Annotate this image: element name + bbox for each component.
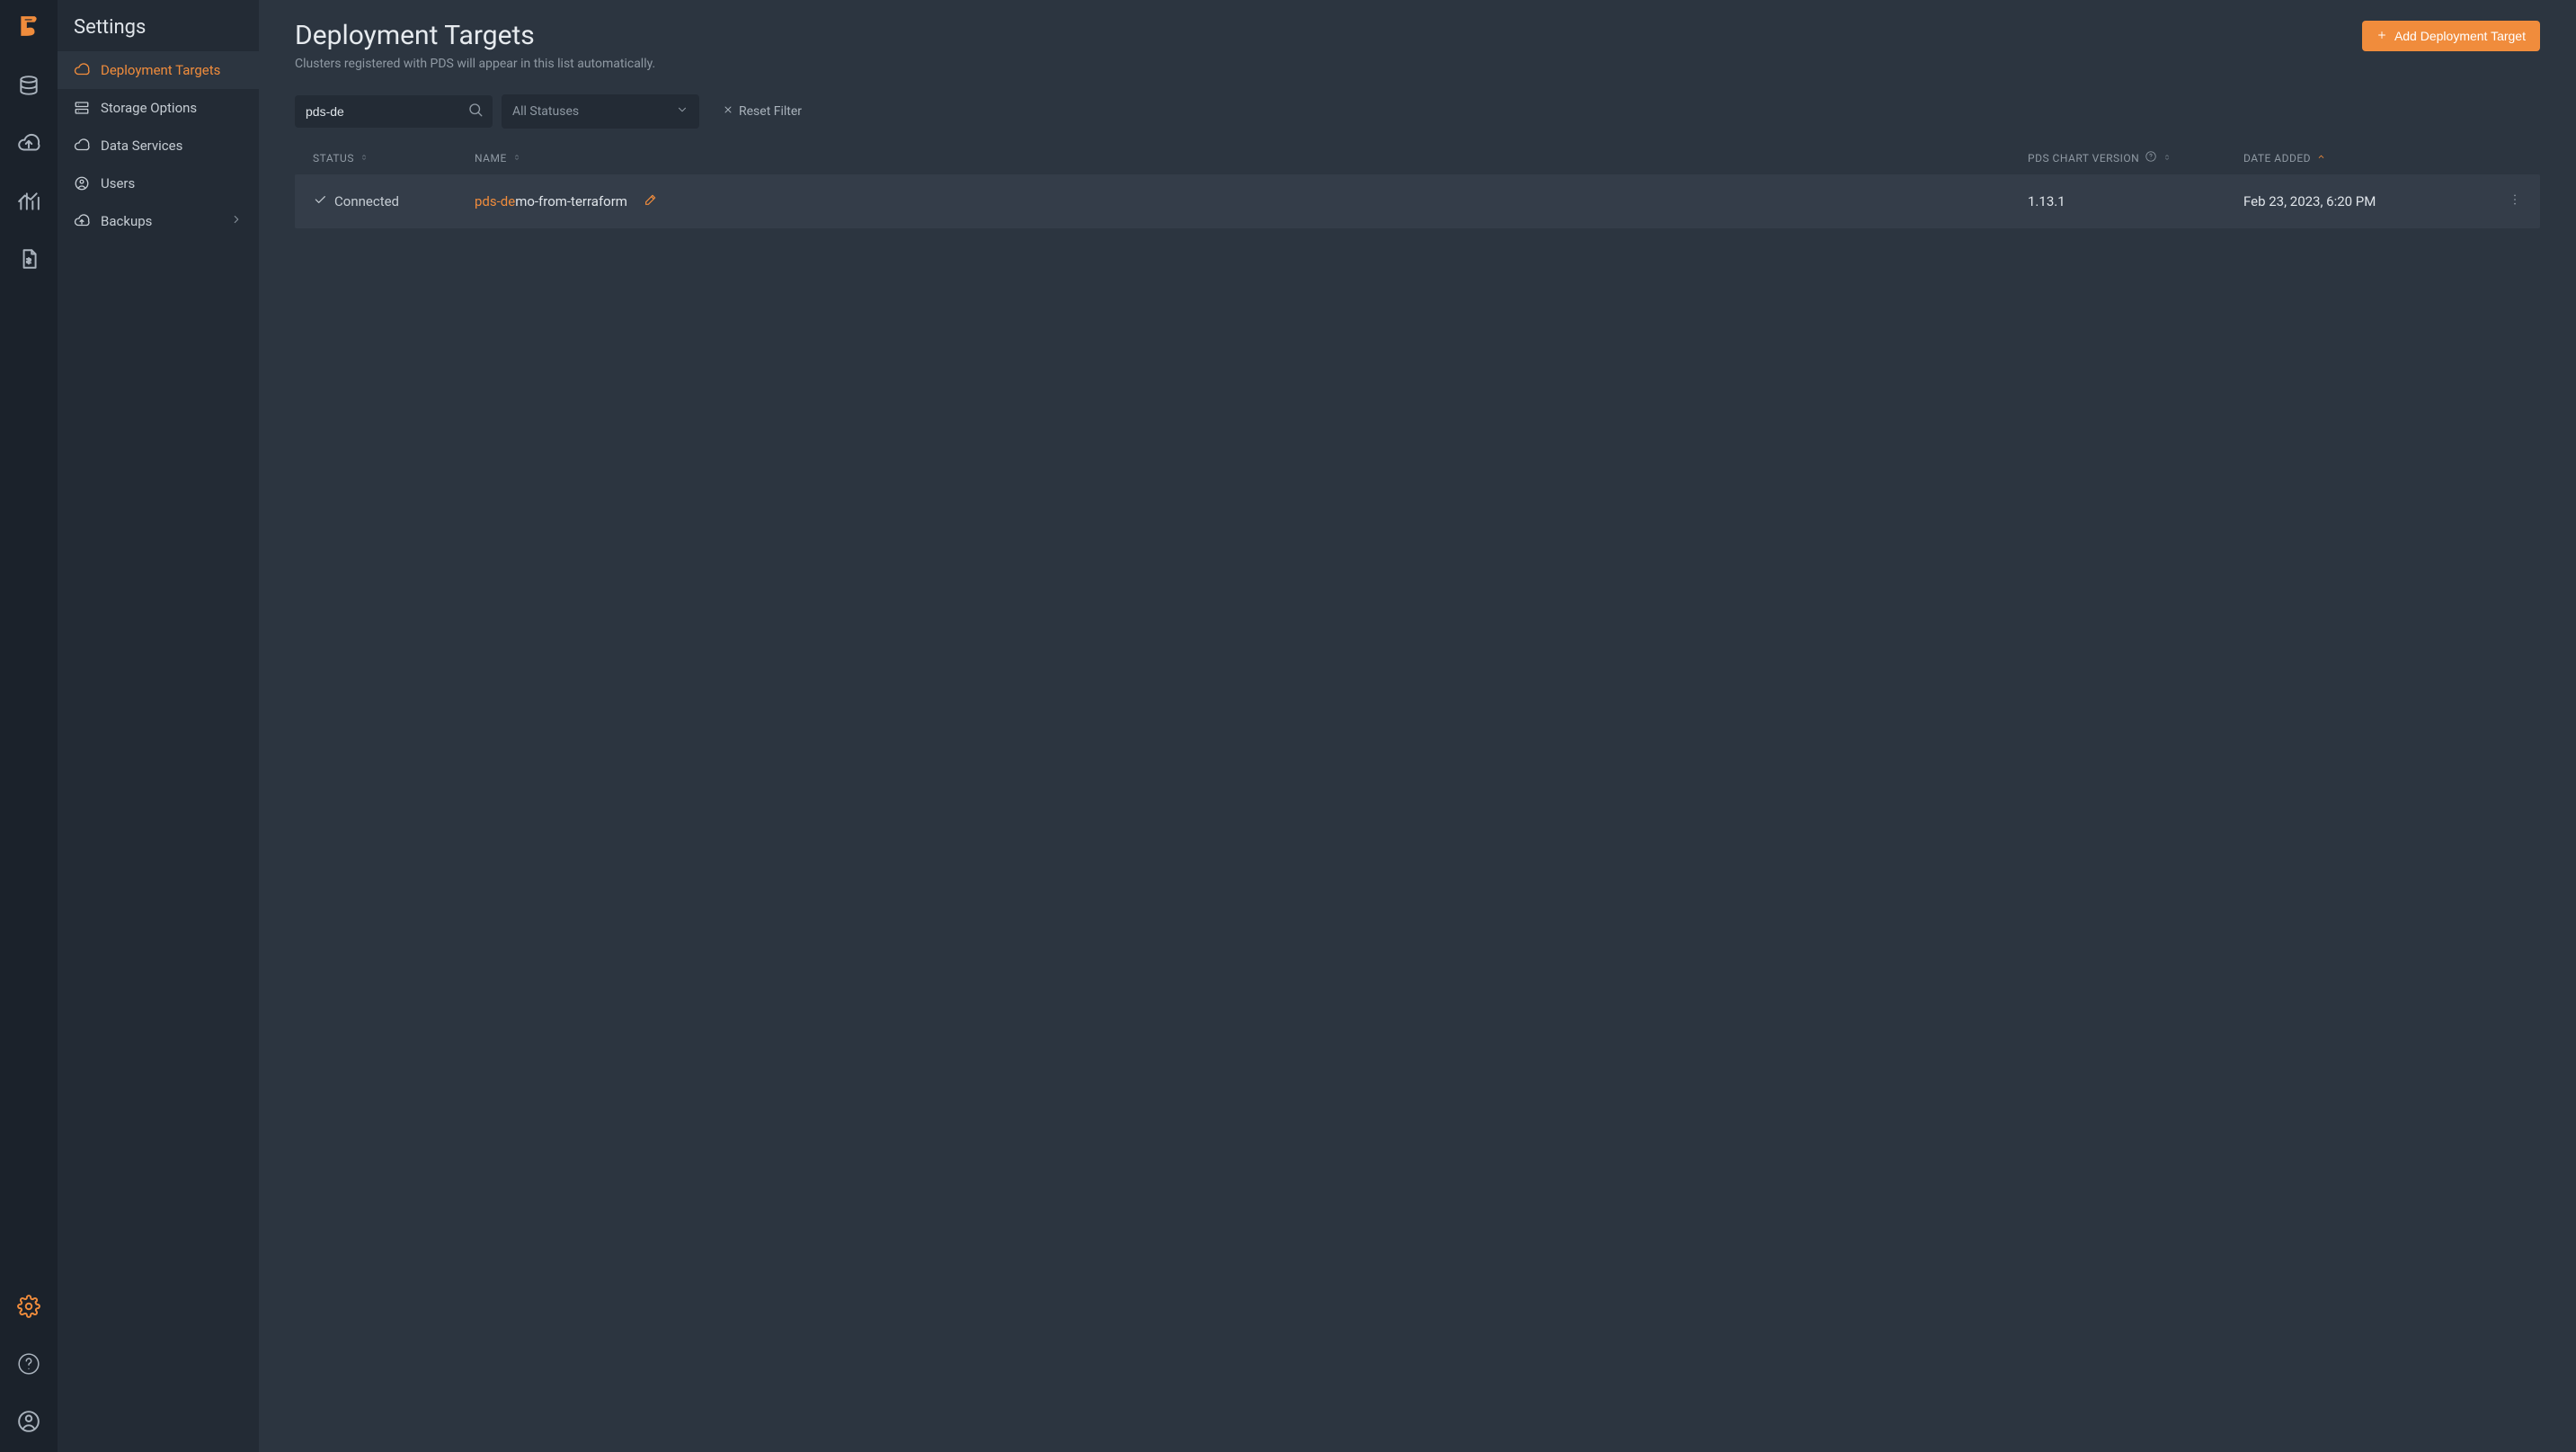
user-circle-icon [74, 175, 90, 192]
col-name[interactable]: NAME [475, 152, 2028, 165]
sidebar-item-label: Storage Options [101, 100, 197, 116]
rail-item-analytics[interactable] [0, 174, 58, 232]
page-title: Deployment Targets [295, 20, 535, 51]
search-icon [467, 102, 484, 121]
search-wrap [295, 95, 493, 128]
sidebar-item-label: Data Services [101, 138, 182, 154]
sidebar-item-data-services[interactable]: Data Services [58, 127, 259, 165]
sidebar-title: Settings [58, 0, 259, 51]
document-dollar-icon [17, 247, 40, 274]
sidebar-item-deployment-targets[interactable]: Deployment Targets [58, 51, 259, 89]
sidebar-item-users[interactable]: Users [58, 165, 259, 202]
cloud-upload-icon [17, 132, 40, 159]
nav-rail [0, 0, 58, 1452]
cell-status: Connected [313, 192, 475, 210]
rail-item-cloud[interactable] [0, 117, 58, 174]
table-row: Connected pds-demo-from-terraform 1.13.1… [295, 174, 2540, 228]
sort-icon [360, 152, 369, 165]
storage-icon [74, 100, 90, 116]
sidebar-item-label: Users [101, 175, 135, 192]
add-button-label: Add Deployment Target [2394, 29, 2526, 43]
page-subtitle: Clusters registered with PDS will appear… [295, 57, 2540, 71]
reset-filter-button[interactable]: Reset Filter [723, 104, 802, 119]
rail-item-database[interactable] [0, 59, 58, 117]
cloud-icon [74, 62, 90, 78]
reset-filter-label: Reset Filter [739, 104, 802, 119]
sort-asc-icon [2316, 152, 2326, 165]
chevron-down-icon [676, 103, 688, 120]
sidebar-item-backups[interactable]: Backups [58, 202, 259, 240]
logo[interactable] [17, 14, 40, 41]
sidebar-item-label: Deployment Targets [101, 62, 220, 78]
col-date[interactable]: DATE ADDED [2243, 152, 2486, 165]
add-deployment-target-button[interactable]: Add Deployment Target [2362, 21, 2540, 51]
cell-date: Feb 23, 2023, 6:20 PM [2243, 193, 2486, 209]
table-header: STATUS NAME PDS CHART VERSION [295, 141, 2540, 174]
row-menu-button[interactable] [2486, 192, 2522, 210]
cell-name[interactable]: pds-demo-from-terraform [475, 192, 2028, 210]
cell-version: 1.13.1 [2028, 193, 2243, 209]
help-icon [17, 1352, 40, 1379]
database-icon [17, 75, 40, 102]
check-icon [313, 192, 327, 210]
sidebar: Settings Deployment Targets Storage Opti… [58, 0, 259, 1452]
rail-item-help[interactable] [0, 1337, 58, 1394]
col-status[interactable]: STATUS [313, 152, 475, 165]
analytics-icon [17, 190, 40, 217]
search-input[interactable] [295, 95, 493, 128]
status-filter-label: All Statuses [512, 104, 579, 119]
sidebar-item-storage-options[interactable]: Storage Options [58, 89, 259, 127]
plus-icon [2376, 29, 2387, 43]
target-name: pds-demo-from-terraform [475, 193, 627, 209]
filters-row: All Statuses Reset Filter [295, 94, 2540, 129]
status-filter-select[interactable]: All Statuses [502, 94, 699, 129]
rail-item-settings[interactable] [0, 1279, 58, 1337]
rail-item-profile[interactable] [0, 1394, 58, 1452]
sidebar-item-label: Backups [101, 213, 152, 229]
close-icon [723, 104, 733, 119]
rail-item-billing[interactable] [0, 232, 58, 290]
main-content: Deployment Targets Add Deployment Target… [259, 0, 2576, 1452]
sort-icon [512, 152, 521, 165]
cloud-upload-icon [74, 213, 90, 229]
targets-table: STATUS NAME PDS CHART VERSION [295, 141, 2540, 228]
cloud-icon [74, 138, 90, 154]
gear-icon [17, 1295, 40, 1322]
col-version[interactable]: PDS CHART VERSION [2028, 150, 2243, 165]
profile-icon [17, 1410, 40, 1437]
sort-icon [2163, 152, 2172, 165]
chevron-right-icon [230, 213, 243, 229]
edit-icon[interactable] [644, 192, 658, 210]
help-icon[interactable] [2145, 150, 2157, 165]
